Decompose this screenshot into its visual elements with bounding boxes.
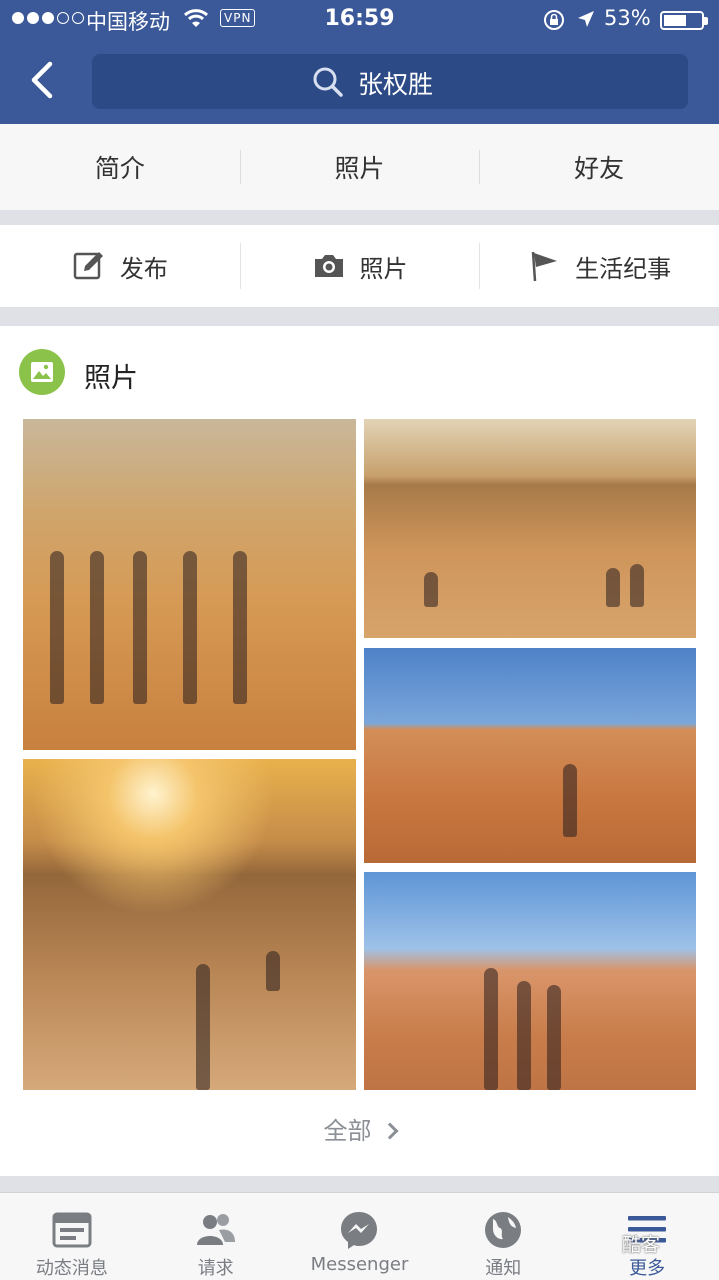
nav-requests[interactable]: 请求 bbox=[144, 1193, 288, 1280]
bottom-tab-bar: 动态消息 请求 Messenger 通知 更多 bbox=[0, 1192, 719, 1280]
messenger-icon bbox=[341, 1212, 378, 1249]
life-event-button[interactable]: 生活纪事 bbox=[479, 225, 719, 307]
nav-notifications[interactable]: 通知 bbox=[431, 1193, 575, 1280]
header: 中国移动 VPN 16:59 53% 张权胜 bbox=[0, 0, 719, 124]
back-chevron-icon[interactable] bbox=[28, 60, 56, 100]
see-all-photos-link[interactable]: 全部 bbox=[0, 1111, 719, 1146]
photo-label: 照片 bbox=[359, 254, 408, 283]
photo-thumbnail[interactable] bbox=[364, 419, 696, 638]
nav-messenger[interactable]: Messenger bbox=[288, 1193, 432, 1280]
nav-messenger-label: Messenger bbox=[310, 1254, 409, 1275]
nav-news-feed[interactable]: 动态消息 bbox=[0, 1193, 144, 1280]
location-arrow-icon bbox=[578, 11, 594, 27]
photo-thumbnail[interactable] bbox=[364, 872, 696, 1090]
search-bar[interactable]: 张权胜 bbox=[92, 54, 688, 109]
nav-notifications-label: 通知 bbox=[485, 1258, 522, 1279]
tab-photos[interactable]: 照片 bbox=[239, 124, 480, 210]
see-all-label: 全部 bbox=[323, 1117, 372, 1145]
nav-more-label: 更多 bbox=[629, 1258, 666, 1279]
battery-icon bbox=[660, 11, 708, 30]
news-feed-icon bbox=[52, 1212, 92, 1248]
friend-requests-icon bbox=[196, 1214, 235, 1245]
search-icon bbox=[313, 67, 343, 97]
globe-icon bbox=[485, 1212, 522, 1248]
nav-requests-label: 请求 bbox=[197, 1258, 234, 1279]
photos-section-icon bbox=[19, 349, 65, 395]
action-bar: 发布 照片 生活纪事 bbox=[0, 225, 719, 307]
tab-friends[interactable]: 好友 bbox=[479, 124, 719, 210]
post-button[interactable]: 发布 bbox=[0, 225, 240, 307]
photo-thumbnail[interactable] bbox=[23, 419, 356, 750]
chevron-right-icon bbox=[381, 1122, 398, 1140]
status-bar: 中国移动 VPN 16:59 53% bbox=[0, 0, 719, 40]
photos-card: 照片 全部 bbox=[0, 326, 719, 1176]
photo-thumbnail[interactable] bbox=[364, 648, 696, 863]
photo-button[interactable]: 照片 bbox=[239, 225, 480, 307]
tab-about[interactable]: 简介 bbox=[0, 124, 240, 210]
photos-section-title: 照片 bbox=[84, 363, 138, 394]
search-query: 张权胜 bbox=[358, 70, 434, 99]
camera-icon bbox=[314, 255, 343, 277]
profile-tabs: 简介 照片 好友 bbox=[0, 124, 719, 210]
nav-news-feed-label: 动态消息 bbox=[35, 1258, 108, 1279]
photo-thumbnail[interactable] bbox=[23, 759, 356, 1090]
life-event-label: 生活纪事 bbox=[575, 254, 672, 283]
flag-icon bbox=[531, 251, 558, 282]
edit-icon bbox=[73, 252, 103, 280]
battery-percentage: 53% bbox=[604, 6, 651, 30]
watermark: 酷客 bbox=[622, 1234, 661, 1256]
rotation-lock-icon bbox=[544, 10, 564, 30]
post-label: 发布 bbox=[119, 254, 168, 283]
